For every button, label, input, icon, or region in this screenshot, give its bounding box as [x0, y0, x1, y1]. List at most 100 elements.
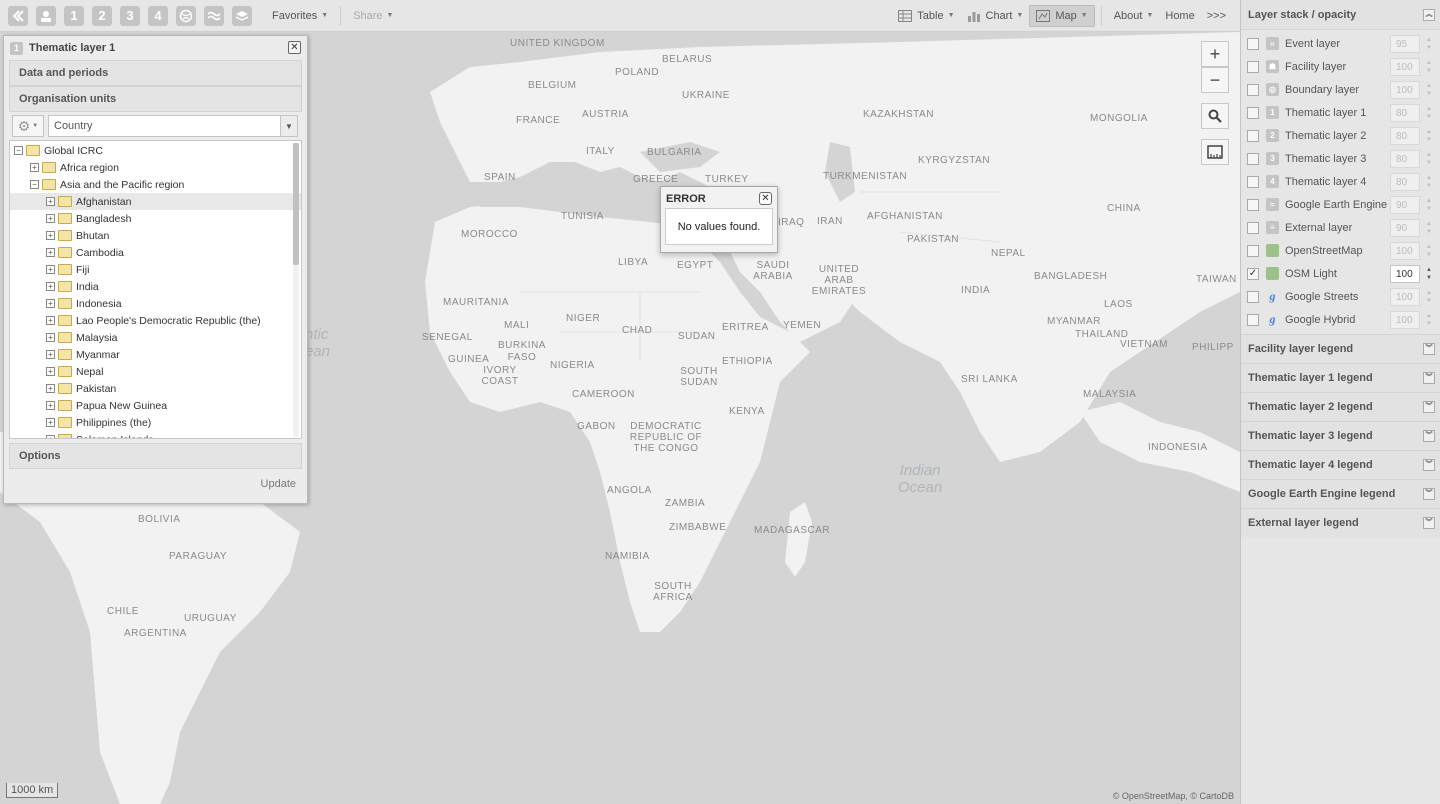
expand-icon[interactable]: +: [46, 384, 55, 393]
layer-visibility-checkbox[interactable]: ✓: [1247, 267, 1259, 280]
opacity-stepper[interactable]: ▲ ▼: [1423, 104, 1435, 122]
scrollbar-thumb[interactable]: [293, 143, 299, 265]
collapse-up-icon[interactable]: ︽: [1423, 9, 1435, 21]
layer-visibility-checkbox[interactable]: [1247, 198, 1259, 211]
opacity-input[interactable]: 95: [1390, 35, 1420, 53]
chevron-up-icon[interactable]: ▲: [1426, 151, 1432, 159]
opacity-stepper[interactable]: ▲ ▼: [1423, 242, 1435, 260]
legend-section[interactable]: External layer legend ︾: [1241, 508, 1440, 537]
tree-node-country[interactable]: + Lao People's Democratic Republic (the): [10, 312, 301, 329]
collapse-icon[interactable]: −: [30, 180, 39, 189]
layer-visibility-checkbox[interactable]: [1247, 175, 1259, 188]
section-data-and-periods[interactable]: Data and periods: [9, 60, 302, 86]
tree-node-country[interactable]: + Afghanistan: [10, 193, 301, 210]
tree-node-country[interactable]: + Cambodia: [10, 244, 301, 261]
chevron-up-icon[interactable]: ▲: [1426, 220, 1432, 228]
opacity-stepper[interactable]: ▲ ▼: [1423, 265, 1435, 283]
opacity-input[interactable]: 100: [1390, 288, 1420, 306]
expand-down-icon[interactable]: ︾: [1423, 517, 1435, 529]
chevron-down-icon[interactable]: ▼: [1426, 136, 1432, 144]
tree-node-region[interactable]: + Africa region: [10, 159, 301, 176]
layer-visibility-checkbox[interactable]: [1247, 290, 1259, 303]
opacity-input[interactable]: 100: [1390, 265, 1420, 283]
expand-icon[interactable]: +: [46, 350, 55, 359]
thematic-layer-2-button[interactable]: 2: [92, 5, 112, 26]
chevron-down-icon[interactable]: ▼: [1426, 251, 1432, 259]
layer-visibility-checkbox[interactable]: [1247, 106, 1259, 119]
expand-icon[interactable]: +: [46, 367, 55, 376]
opacity-stepper[interactable]: ▲ ▼: [1423, 35, 1435, 53]
expand-down-icon[interactable]: ︾: [1423, 372, 1435, 384]
tree-node-country[interactable]: + Nepal: [10, 363, 301, 380]
section-organisation-units[interactable]: Organisation units: [9, 86, 302, 112]
layer-visibility-checkbox[interactable]: [1247, 83, 1259, 96]
about-menu[interactable]: About ▼: [1108, 5, 1160, 27]
level-select[interactable]: Country ▼: [48, 115, 298, 137]
opacity-input[interactable]: 100: [1390, 242, 1420, 260]
collapse-icon[interactable]: −: [14, 146, 23, 155]
chevron-down-icon[interactable]: ▼: [1426, 44, 1432, 52]
chevron-down-icon[interactable]: ▼: [1426, 67, 1432, 75]
event-layer-icon[interactable]: [8, 5, 28, 26]
orgunit-mode-button[interactable]: ⚙ ▼: [12, 115, 44, 137]
layer-visibility-checkbox[interactable]: [1247, 60, 1259, 73]
opacity-stepper[interactable]: ▲ ▼: [1423, 81, 1435, 99]
chevron-down-icon[interactable]: ▼: [1426, 228, 1432, 236]
tree-node-country[interactable]: + Pakistan: [10, 380, 301, 397]
earth-engine-icon[interactable]: [204, 5, 224, 26]
chevron-down-icon[interactable]: ▼: [1426, 90, 1432, 98]
thematic-layer-3-button[interactable]: 3: [120, 5, 140, 26]
opacity-input[interactable]: 80: [1390, 104, 1420, 122]
external-layer-icon[interactable]: [232, 5, 252, 26]
zoom-in-button[interactable]: +: [1201, 41, 1229, 67]
expand-down-icon[interactable]: ︾: [1423, 343, 1435, 355]
expand-icon[interactable]: +: [46, 418, 55, 427]
chevron-up-icon[interactable]: ▲: [1426, 289, 1432, 297]
legend-section[interactable]: Google Earth Engine legend ︾: [1241, 479, 1440, 508]
tree-node-region[interactable]: − Asia and the Pacific region: [10, 176, 301, 193]
expand-icon[interactable]: +: [46, 435, 55, 438]
chevron-down-icon[interactable]: ▼: [1426, 274, 1432, 282]
facility-layer-icon[interactable]: [36, 5, 56, 26]
layer-visibility-checkbox[interactable]: [1247, 152, 1259, 165]
chevron-down-icon[interactable]: ▼: [1426, 205, 1432, 213]
layer-visibility-checkbox[interactable]: [1247, 221, 1259, 234]
measure-button[interactable]: [1201, 139, 1229, 165]
expand-down-icon[interactable]: ︾: [1423, 488, 1435, 500]
tree-node-country[interactable]: + India: [10, 278, 301, 295]
layer-visibility-checkbox[interactable]: [1247, 129, 1259, 142]
share-menu[interactable]: Share ▼: [347, 5, 399, 27]
chevron-down-icon[interactable]: ▼: [1426, 320, 1432, 328]
opacity-input[interactable]: 90: [1390, 219, 1420, 237]
layer-visibility-checkbox[interactable]: [1247, 244, 1259, 257]
boundary-layer-icon[interactable]: [176, 5, 196, 26]
chevron-up-icon[interactable]: ▲: [1426, 36, 1432, 44]
expand-down-icon[interactable]: ︾: [1423, 459, 1435, 471]
chevron-up-icon[interactable]: ▲: [1426, 82, 1432, 90]
layer-visibility-checkbox[interactable]: [1247, 313, 1259, 326]
chevron-up-icon[interactable]: ▲: [1426, 59, 1432, 67]
map-menu[interactable]: Map ▼: [1029, 4, 1095, 27]
chevron-up-icon[interactable]: ▲: [1426, 105, 1432, 113]
opacity-stepper[interactable]: ▲ ▼: [1423, 288, 1435, 306]
chevron-down-icon[interactable]: ▼: [1426, 182, 1432, 190]
opacity-input[interactable]: 80: [1390, 173, 1420, 191]
expand-down-icon[interactable]: ︾: [1423, 430, 1435, 442]
expand-icon[interactable]: +: [46, 299, 55, 308]
opacity-input[interactable]: 90: [1390, 196, 1420, 214]
expand-icon[interactable]: +: [46, 265, 55, 274]
chevron-up-icon[interactable]: ▲: [1426, 243, 1432, 251]
opacity-stepper[interactable]: ▲ ▼: [1423, 173, 1435, 191]
zoom-out-button[interactable]: −: [1201, 67, 1229, 93]
chevron-up-icon[interactable]: ▲: [1426, 312, 1432, 320]
chevron-down-icon[interactable]: ▼: [1426, 113, 1432, 121]
opacity-input[interactable]: 80: [1390, 150, 1420, 168]
tree-scrollbar[interactable]: [293, 143, 299, 437]
opacity-stepper[interactable]: ▲ ▼: [1423, 127, 1435, 145]
orgunit-tree[interactable]: − Global ICRC + Africa region − Asia and…: [9, 140, 302, 439]
close-icon[interactable]: ✕: [759, 192, 772, 205]
expand-icon[interactable]: +: [46, 248, 55, 257]
tree-node-country[interactable]: + Bhutan: [10, 227, 301, 244]
opacity-stepper[interactable]: ▲ ▼: [1423, 58, 1435, 76]
legend-section[interactable]: Thematic layer 3 legend ︾: [1241, 421, 1440, 450]
